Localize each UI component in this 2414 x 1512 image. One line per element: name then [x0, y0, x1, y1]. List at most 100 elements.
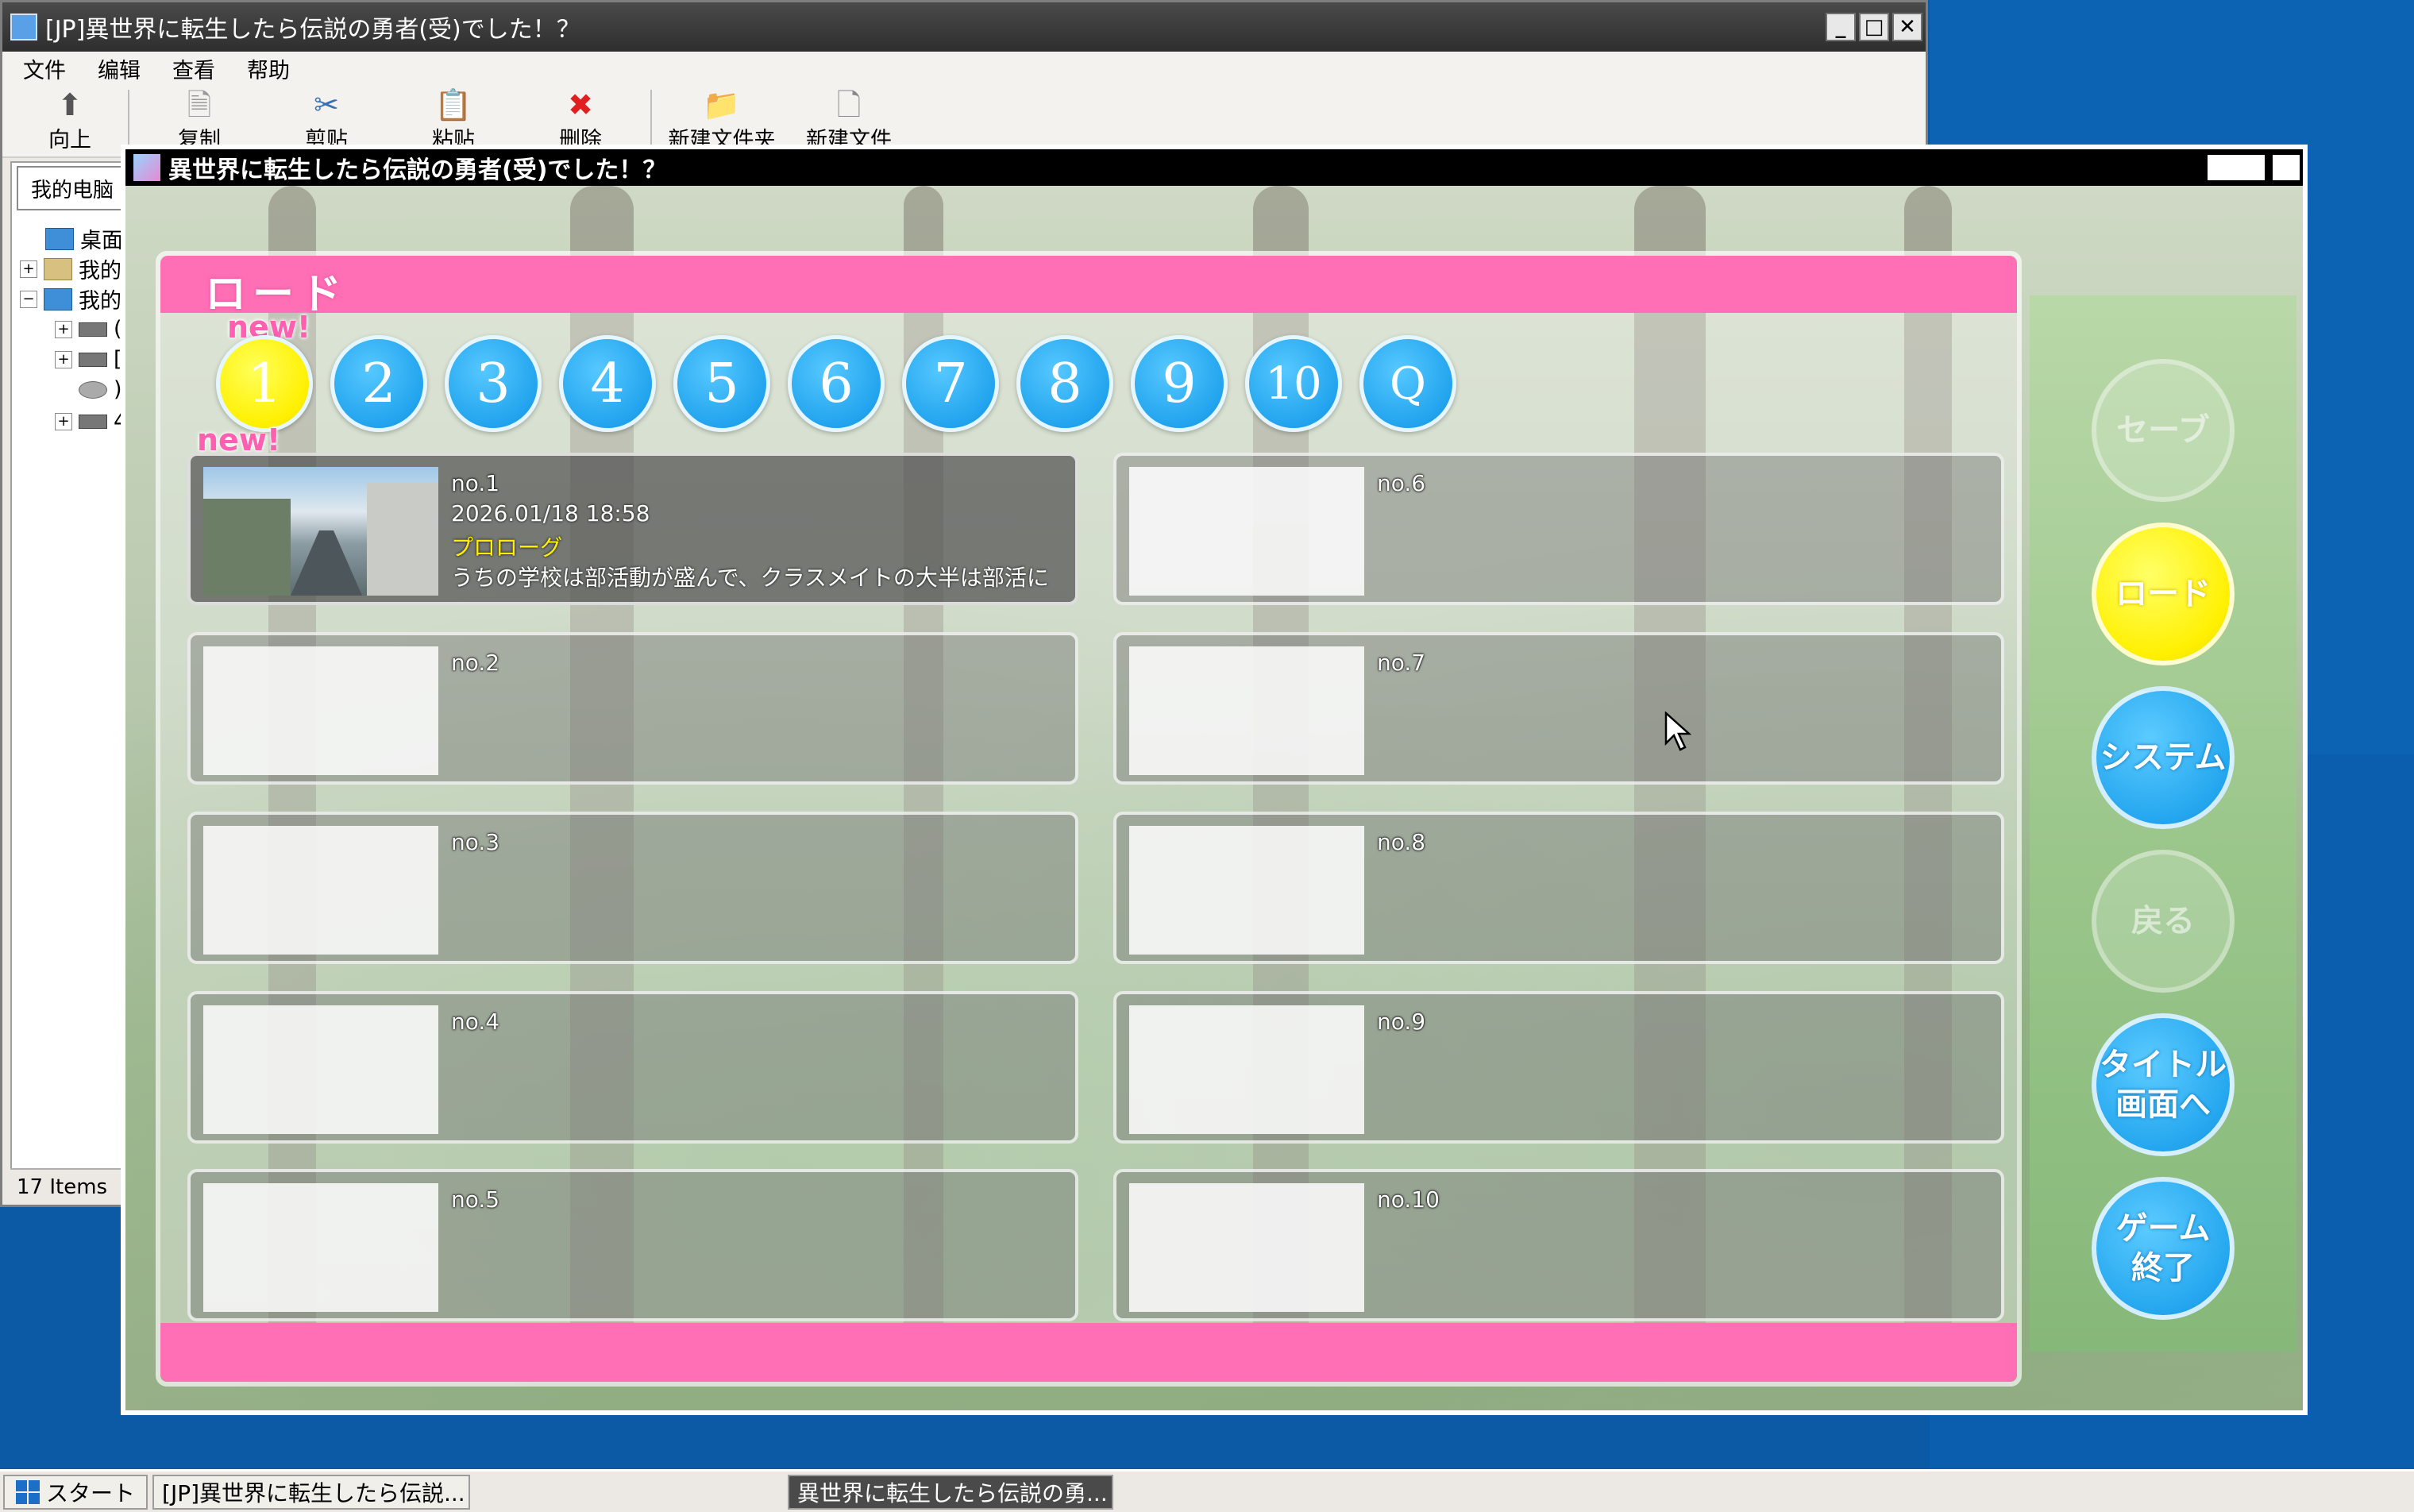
tree-item-computer[interactable]: − 我的	[20, 284, 121, 314]
window-control[interactable]	[2273, 155, 2300, 180]
side-menu: セーブ ロード システム 戻る タイトル 画面へ ゲーム 終了	[2030, 295, 2296, 1352]
slot-thumbnail	[203, 467, 438, 596]
toolbar-separator	[650, 90, 652, 153]
scissors-icon: ✂	[314, 87, 339, 122]
save-slot-5[interactable]: no.5	[187, 1169, 1078, 1321]
tree-item-cd[interactable]: )	[79, 377, 122, 402]
close-button[interactable]: ✕	[1892, 13, 1922, 41]
back-menu-button[interactable]: 戻る	[2092, 850, 2235, 993]
maximize-button[interactable]: □	[1859, 13, 1889, 41]
page-button-5[interactable]: 5	[673, 335, 770, 432]
slot-thumbnail	[1129, 1183, 1364, 1312]
page-button-3[interactable]: 3	[445, 335, 542, 432]
quick-save-page-button[interactable]: Q	[1359, 335, 1456, 432]
drive-icon	[79, 322, 107, 337]
menu-help[interactable]: 帮助	[247, 53, 290, 84]
explorer-app-icon	[10, 14, 37, 40]
save-menu-button[interactable]: セーブ	[2092, 359, 2235, 502]
new-file-icon: 🗋	[836, 87, 862, 122]
address-field[interactable]: 我的电脑	[17, 166, 126, 210]
save-slot-1[interactable]: no.1 2026.01/18 18:58 プロローグ うちの学校は部活動が盛ん…	[187, 453, 1078, 605]
panel-header: ロード	[160, 256, 2017, 318]
start-button[interactable]: スタート	[3, 1474, 148, 1510]
game-title: 異世界に転生したら伝説の勇者(受)でした！？	[168, 156, 667, 184]
drive-icon	[79, 352, 107, 367]
game-title-bar[interactable]: 異世界に転生したら伝説の勇者(受)でした！？	[125, 149, 2303, 186]
quit-game-button[interactable]: ゲーム 終了	[2092, 1177, 2235, 1320]
slot-number: no.2	[451, 650, 500, 676]
slot-thumbnail	[1129, 1005, 1364, 1134]
slot-thumbnail	[203, 1183, 438, 1312]
slot-thumbnail	[203, 646, 438, 775]
slot-thumbnail	[203, 1005, 438, 1134]
desktop-icon	[45, 227, 74, 250]
system-menu-button[interactable]: システム	[2092, 686, 2235, 829]
drive-icon	[79, 414, 107, 429]
menu-view[interactable]: 查看	[172, 53, 215, 84]
slot-thumbnail	[1129, 826, 1364, 955]
slot-number: no.8	[1377, 829, 1426, 855]
page-button-8[interactable]: 8	[1016, 335, 1113, 432]
tree-item-documents[interactable]: + 我的	[20, 253, 121, 284]
new-folder-icon: 📁	[703, 87, 741, 122]
page-button-9[interactable]: 9	[1131, 335, 1228, 432]
window-control[interactable]	[2208, 155, 2265, 180]
taskbar-item-game[interactable]: 異世界に転生したら伝説の勇...	[788, 1474, 1114, 1510]
page-button-1[interactable]: 1	[216, 335, 313, 432]
tree-item-drive-1[interactable]: + (	[55, 317, 122, 341]
taskbar-item-explorer[interactable]: [JP]異世界に転生したら伝説...	[152, 1474, 471, 1510]
page-button-6[interactable]: 6	[788, 335, 885, 432]
save-slot-4[interactable]: no.4	[187, 991, 1078, 1144]
menu-bar: 文件 编辑 查看 帮助	[2, 52, 1926, 85]
forest-background: ロード new! 1 2 3 4 5 6 7 8 9 10 Q new! no.…	[125, 186, 2303, 1410]
panel-footer	[160, 1323, 2017, 1382]
tree-item-desktop[interactable]: 桌面	[45, 223, 123, 254]
minimize-button[interactable]: _	[1826, 13, 1856, 41]
tree-item-drive-3[interactable]: + 4	[55, 409, 127, 434]
slot-number: no.7	[1377, 650, 1426, 676]
slot-thumbnail	[203, 826, 438, 955]
slot-number: no.6	[1377, 470, 1426, 496]
save-slot-2[interactable]: no.2	[187, 632, 1078, 785]
page-button-2[interactable]: 2	[330, 335, 427, 432]
collapse-toggle[interactable]: −	[20, 290, 37, 308]
slot-number: no.3	[451, 829, 500, 855]
menu-edit[interactable]: 编辑	[98, 53, 141, 84]
expand-toggle[interactable]: +	[55, 320, 72, 338]
page-button-7[interactable]: 7	[902, 335, 999, 432]
expand-toggle[interactable]: +	[55, 350, 72, 368]
slot-number: no.9	[1377, 1009, 1426, 1035]
game-app-icon	[133, 154, 160, 181]
cd-drive-icon	[79, 380, 107, 399]
computer-icon	[44, 287, 72, 310]
slot-number: no.10	[1377, 1186, 1440, 1213]
load-menu-button[interactable]: ロード	[2092, 523, 2235, 665]
page-button-10[interactable]: 10	[1245, 335, 1342, 432]
expand-toggle[interactable]: +	[20, 260, 37, 278]
clipboard-icon: 📋	[434, 87, 472, 122]
save-slot-9[interactable]: no.9	[1113, 991, 2004, 1144]
page-button-4[interactable]: 4	[559, 335, 656, 432]
slot-number: no.5	[451, 1186, 500, 1213]
explorer-title-bar[interactable]: [JP]異世界に転生したら伝説の勇者(受)でした！？ _ □ ✕	[2, 2, 1926, 52]
status-bar: 17 Items	[10, 1168, 128, 1205]
copy-icon: 🗎	[187, 87, 212, 122]
game-window: 異世界に転生したら伝説の勇者(受)でした！？ ロード new! 1 2 3 4 …	[121, 145, 2308, 1415]
mouse-cursor-icon	[1664, 712, 1691, 751]
save-slot-7[interactable]: no.7	[1113, 632, 2004, 785]
slot-thumbnail	[1129, 646, 1364, 775]
save-slot-6[interactable]: no.6	[1113, 453, 2004, 605]
tree-item-drive-2[interactable]: + [	[55, 347, 122, 372]
expand-toggle[interactable]: +	[55, 412, 72, 430]
menu-file[interactable]: 文件	[23, 53, 66, 84]
save-slot-8[interactable]: no.8	[1113, 812, 2004, 964]
delete-x-icon: ✖	[568, 87, 593, 122]
slot-date: 2026.01/18 18:58	[451, 500, 650, 526]
save-slot-10[interactable]: no.10	[1113, 1169, 2004, 1321]
toolbar-separator	[128, 90, 129, 153]
taskbar: スタート [JP]異世界に転生したら伝説... 異世界に転生したら伝説の勇...	[0, 1469, 2414, 1512]
title-screen-button[interactable]: タイトル 画面へ	[2092, 1013, 2235, 1156]
arrow-up-icon: ⬆	[57, 87, 83, 122]
save-slot-3[interactable]: no.3	[187, 812, 1078, 964]
up-button[interactable]: ⬆ 向上	[18, 87, 121, 156]
